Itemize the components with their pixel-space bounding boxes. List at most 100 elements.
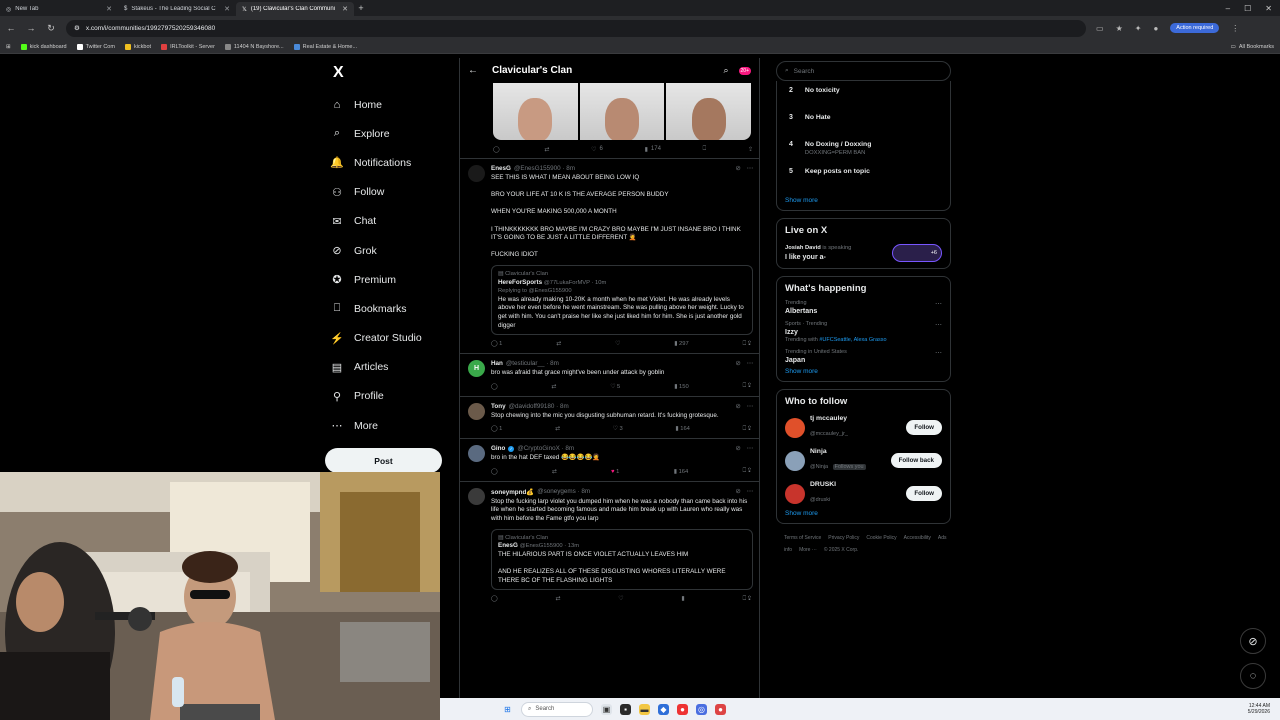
bookmark-button[interactable]: ⎕ ⇪: [743, 596, 751, 603]
repost-button[interactable]: ⇄: [556, 341, 561, 347]
tweet-author[interactable]: Gino: [491, 445, 505, 452]
footer-link[interactable]: Accessibility: [904, 535, 931, 541]
menu-icon[interactable]: ⋮: [1231, 24, 1239, 33]
grok-icon[interactable]: ⊘: [735, 360, 740, 367]
follow-suggestion[interactable]: tj mccauley @mccauley_jr_ Follow: [785, 415, 942, 440]
trend-item[interactable]: Sports · Trending Izzy Trending with #UF…: [785, 321, 942, 343]
taskbar-clock[interactable]: 12:44 AM 5/29/2026: [1248, 703, 1280, 716]
repost-button[interactable]: ⇄: [555, 426, 560, 432]
tweet[interactable]: H Han @testicular__ · 8m ⊘ ⋯ bro was afra…: [460, 353, 759, 396]
new-tab-button[interactable]: +: [354, 3, 368, 13]
search-icon[interactable]: ⌕: [723, 65, 728, 76]
reply-button[interactable]: ◯: [493, 146, 503, 153]
bookmark-real-estate[interactable]: Real Estate & Home...: [293, 43, 357, 50]
reply-button[interactable]: ◯: [491, 596, 498, 602]
nav-item-grok[interactable]: ⊘ Grok: [325, 236, 445, 265]
close-icon[interactable]: ✕: [342, 5, 348, 13]
share-button[interactable]: ⇪: [748, 146, 753, 153]
grok-floating-button[interactable]: ⊘: [1240, 628, 1266, 654]
bookmark-button[interactable]: ⎕ ⇪: [743, 341, 751, 348]
footer-link[interactable]: © 2025 X Corp.: [824, 547, 859, 553]
share-icon[interactable]: ⇪: [748, 596, 751, 602]
tweet-author[interactable]: Han: [491, 360, 503, 367]
more-icon[interactable]: ⋯: [935, 349, 942, 357]
reply-button[interactable]: ◯: [491, 384, 498, 390]
nav-item-more[interactable]: ⋯ More: [325, 411, 445, 440]
tweet-handle[interactable]: @davidoff99180 · 8m: [509, 403, 569, 410]
more-icon[interactable]: ⋯: [747, 165, 753, 172]
bookmark-button[interactable]: ⎕ ⇪: [743, 426, 751, 433]
share-icon[interactable]: ⇪: [748, 383, 751, 389]
views-button[interactable]: ▮ 174: [645, 146, 661, 153]
nav-item-creator-studio[interactable]: ⚡ Creator Studio: [325, 324, 445, 353]
forward-icon[interactable]: →: [26, 23, 36, 33]
tweet-handle[interactable]: @testicular__ · 8m: [506, 360, 559, 367]
avatar[interactable]: [785, 417, 805, 438]
nav-item-profile[interactable]: ⚲ Profile: [325, 382, 445, 411]
tweet-author[interactable]: Tony: [491, 403, 506, 410]
task-view-icon[interactable]: ▣: [601, 703, 612, 715]
views-button[interactable]: ▮ 150: [674, 384, 689, 390]
grok-icon[interactable]: ⊘: [735, 403, 740, 410]
quoted-tweet[interactable]: ▤ Clavicular's Clan EnesG @EnesG155900 ·…: [491, 528, 753, 591]
more-icon[interactable]: ⋯: [747, 403, 753, 410]
community-rule[interactable]: 4 No Doxing / Doxxing DOXXING=PERM BAN: [785, 139, 942, 166]
minimize-icon[interactable]: –: [1226, 4, 1230, 13]
more-icon[interactable]: ⋯: [747, 360, 753, 367]
footer-link[interactable]: Privacy Policy: [828, 535, 859, 541]
app-icon[interactable]: ◆: [658, 703, 669, 715]
avatar[interactable]: [785, 450, 805, 471]
show-more-link[interactable]: Show more: [785, 197, 942, 204]
windows-start-icon[interactable]: ⊞: [502, 704, 513, 715]
close-icon[interactable]: ✕: [224, 5, 230, 13]
follow-button[interactable]: Follow back: [890, 453, 942, 468]
avatar[interactable]: [785, 483, 805, 504]
bookmark-button[interactable]: ⎕ ⇪: [743, 468, 751, 475]
x-logo[interactable]: X: [333, 64, 445, 82]
back-icon[interactable]: ←: [6, 23, 16, 33]
more-icon[interactable]: ⋯: [747, 488, 753, 495]
grok-icon[interactable]: ⊘: [735, 488, 740, 495]
reply-button[interactable]: ◯ 1: [491, 426, 502, 432]
community-rule[interactable]: 2 No toxicity: [785, 85, 942, 112]
follow-suggestion[interactable]: DRUSKI @druski Follow: [785, 481, 942, 506]
follow-button[interactable]: Follow: [906, 486, 942, 501]
reply-button[interactable]: ◯: [491, 469, 498, 475]
repost-button[interactable]: ⇄: [555, 596, 560, 602]
views-button[interactable]: ▮ 164: [674, 469, 689, 475]
share-icon[interactable]: ⇪: [748, 468, 751, 474]
screen-icon[interactable]: ▭: [1096, 24, 1104, 33]
repost-button[interactable]: ⇄: [552, 469, 557, 475]
avatar[interactable]: [468, 402, 485, 420]
close-icon[interactable]: ✕: [106, 5, 112, 13]
tab-x-community[interactable]: 𝕏 (19) Clavicular's Clan Communi ✕: [236, 2, 354, 16]
live-space[interactable]: Josiah David is speaking I like your a- …: [785, 244, 942, 262]
star-icon[interactable]: ★: [1116, 24, 1123, 33]
views-button[interactable]: ▮ 164: [675, 426, 690, 432]
tab-new-tab[interactable]: ◎ New Tab ✕: [0, 2, 118, 16]
grok-icon[interactable]: ⊘: [735, 445, 740, 452]
nav-item-explore[interactable]: ⌕ Explore: [325, 119, 445, 148]
apps-icon[interactable]: ⊞: [6, 44, 11, 50]
trend-item[interactable]: Trending in United States Japan ⋯: [785, 349, 942, 364]
tab-stakeus[interactable]: $ Stakeus - The Leading Social C ✕: [118, 2, 236, 16]
share-icon[interactable]: ⇪: [748, 341, 751, 347]
app-icon[interactable]: ◎: [696, 703, 707, 715]
footer-link[interactable]: Cookie Policy: [866, 535, 896, 541]
avatar[interactable]: ●: [1153, 24, 1158, 33]
bookmark-button[interactable]: ⎕: [703, 146, 707, 153]
trend-tags[interactable]: #UFCSeattle, Alexa Grasso: [819, 337, 886, 343]
search-input[interactable]: ⌕ Search: [776, 61, 951, 81]
bookmark-kick-dashboard[interactable]: kick dashboard: [20, 43, 67, 50]
nav-item-home[interactable]: ⌂ Home: [325, 90, 445, 119]
post-button[interactable]: Post: [325, 448, 442, 473]
show-more-link[interactable]: Show more: [785, 368, 942, 375]
avatar[interactable]: [468, 165, 485, 182]
like-button[interactable]: ♥ 1: [611, 469, 619, 475]
trend-item[interactable]: Trending Albertans ⋯: [785, 300, 942, 315]
avatar[interactable]: H: [468, 360, 485, 378]
community-rule[interactable]: 5 Keep posts on topic: [785, 166, 942, 193]
file-explorer-icon[interactable]: ▬: [639, 703, 650, 715]
like-button[interactable]: ♡ 6: [591, 146, 603, 153]
share-icon[interactable]: ⇪: [748, 426, 751, 432]
